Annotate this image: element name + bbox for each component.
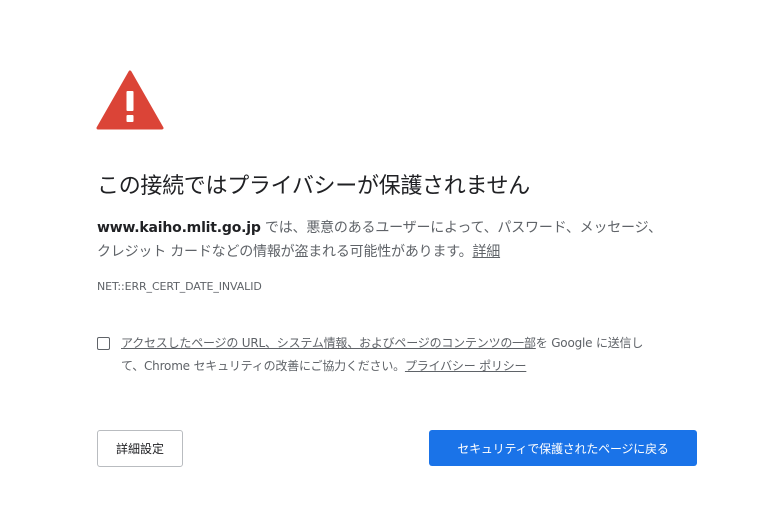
- optin-text-line2: て、Chrome セキュリティの改善にご協力ください。: [121, 359, 405, 373]
- warning-description: www.kaiho.mlit.go.jp では、悪意のあるユーザーによって、パス…: [97, 216, 697, 264]
- optin-text-mid: を Google に送信し: [535, 336, 644, 350]
- description-text-line1: では、悪意のあるユーザーによって、パスワード、メッセージ、: [260, 220, 662, 236]
- page-title: この接続ではプライバシーが保護されません: [97, 174, 530, 199]
- privacy-policy-link[interactable]: プライバシー ポリシー: [405, 359, 527, 373]
- ssl-interstitial-page: この接続ではプライバシーが保護されません www.kaiho.mlit.go.j…: [0, 0, 769, 509]
- extended-reporting-checkbox[interactable]: [97, 337, 110, 350]
- optin-info-link[interactable]: アクセスしたページの URL、システム情報、およびページのコンテンツの一部: [121, 336, 536, 350]
- description-text-line2: クレジット カードなどの情報が盗まれる可能性があります。: [97, 244, 473, 260]
- details-link[interactable]: 詳細: [472, 244, 500, 260]
- advanced-button[interactable]: 詳細設定: [97, 430, 183, 467]
- back-to-safety-button[interactable]: セキュリティで保護されたページに戻る: [429, 430, 697, 466]
- site-domain: www.kaiho.mlit.go.jp: [97, 220, 261, 236]
- error-code: NET::ERR_CERT_DATE_INVALID: [97, 280, 262, 293]
- warning-triangle-icon: [96, 70, 164, 130]
- optin-text: アクセスしたページの URL、システム情報、およびページのコンテンツの一部を G…: [121, 332, 707, 378]
- extended-reporting-optin: アクセスしたページの URL、システム情報、およびページのコンテンツの一部を G…: [97, 332, 707, 378]
